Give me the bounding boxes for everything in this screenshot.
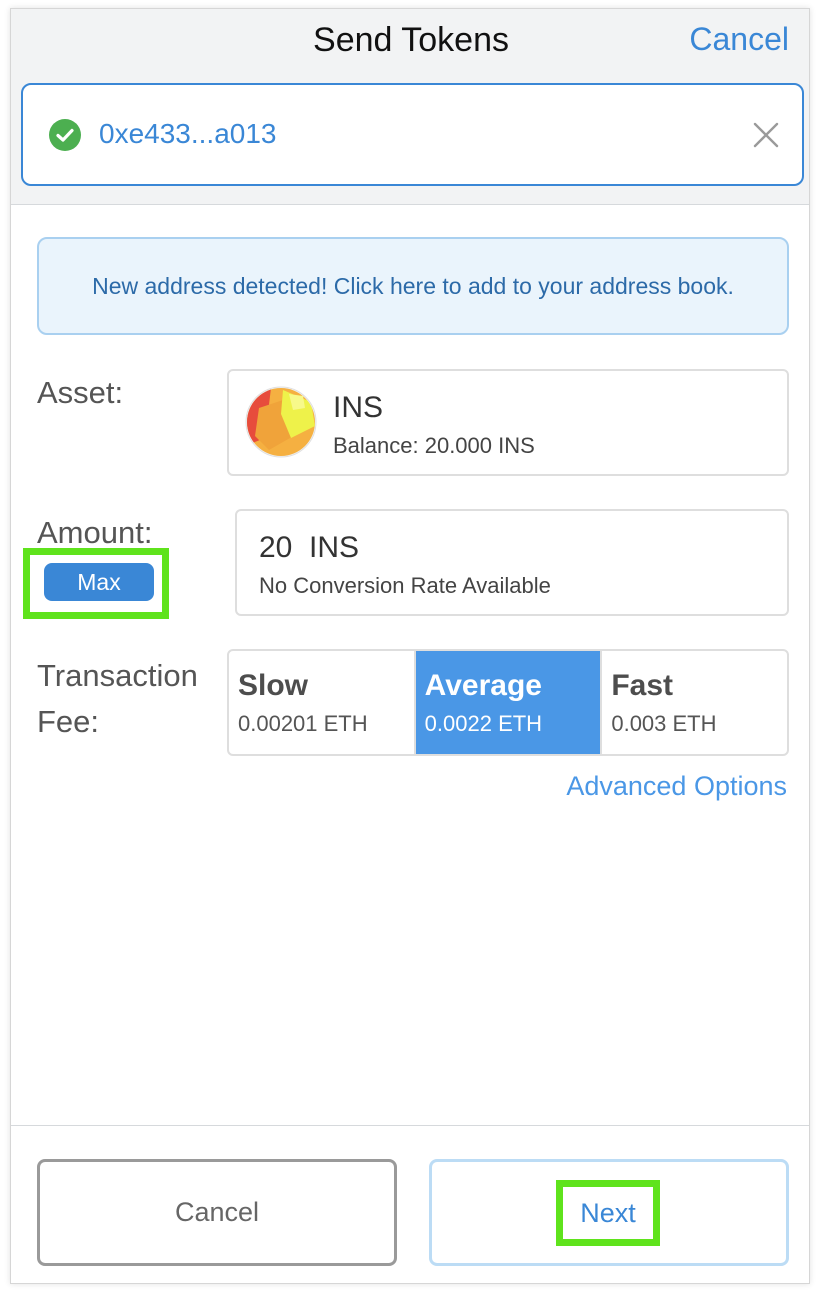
next-button[interactable]: Next bbox=[429, 1159, 789, 1266]
conversion-rate-text: No Conversion Rate Available bbox=[259, 573, 551, 598]
fee-option-slow[interactable]: Slow 0.00201 ETH bbox=[229, 651, 416, 754]
asset-symbol: INS bbox=[333, 391, 384, 424]
amount-label: Amount: bbox=[37, 515, 153, 550]
asset-selector[interactable]: INS Balance: 20.000 INS bbox=[227, 369, 789, 476]
fee-option-value: 0.00201 ETH bbox=[238, 711, 368, 736]
transaction-fee-label: Transaction Fee: bbox=[37, 653, 198, 745]
footer-cancel-button[interactable]: Cancel bbox=[37, 1159, 397, 1266]
fee-label-line1: Transaction bbox=[37, 658, 198, 693]
send-tokens-window: Send Tokens Cancel 0xe433...a013 New add… bbox=[10, 8, 810, 1284]
asset-balance: Balance: 20.000 INS bbox=[333, 433, 535, 458]
fee-option-value: 0.0022 ETH bbox=[424, 711, 543, 736]
max-button[interactable]: Max bbox=[44, 563, 154, 601]
header-cancel-button[interactable]: Cancel bbox=[689, 21, 789, 58]
asset-label: Asset: bbox=[37, 375, 124, 410]
fee-label-line2: Fee: bbox=[37, 704, 100, 739]
fee-selector: Slow 0.00201 ETH Average 0.0022 ETH Fast… bbox=[227, 649, 789, 756]
footer-divider bbox=[11, 1125, 809, 1126]
recipient-address-field[interactable]: 0xe433...a013 bbox=[21, 83, 804, 186]
fee-option-value: 0.003 ETH bbox=[611, 711, 717, 736]
fee-option-name: Slow bbox=[238, 669, 309, 702]
next-button-label: Next bbox=[556, 1180, 660, 1246]
amount-field[interactable]: 20 INS No Conversion Rate Available bbox=[235, 509, 789, 616]
fee-option-name: Fast bbox=[611, 669, 674, 702]
fee-option-name: Average bbox=[424, 669, 542, 702]
recipient-address: 0xe433...a013 bbox=[99, 118, 277, 149]
fee-option-average[interactable]: Average 0.0022 ETH bbox=[415, 651, 603, 754]
close-icon[interactable] bbox=[752, 121, 780, 149]
check-circle-icon bbox=[49, 119, 81, 151]
token-logo-icon bbox=[245, 386, 317, 458]
amount-input[interactable]: 20 INS bbox=[259, 531, 659, 565]
fee-option-fast[interactable]: Fast 0.003 ETH bbox=[602, 651, 787, 754]
header: Send Tokens Cancel 0xe433...a013 bbox=[11, 9, 809, 205]
advanced-options-link[interactable]: Advanced Options bbox=[566, 771, 787, 802]
max-button-highlight: Max bbox=[23, 548, 169, 619]
new-address-notice[interactable]: New address detected! Click here to add … bbox=[37, 237, 789, 335]
